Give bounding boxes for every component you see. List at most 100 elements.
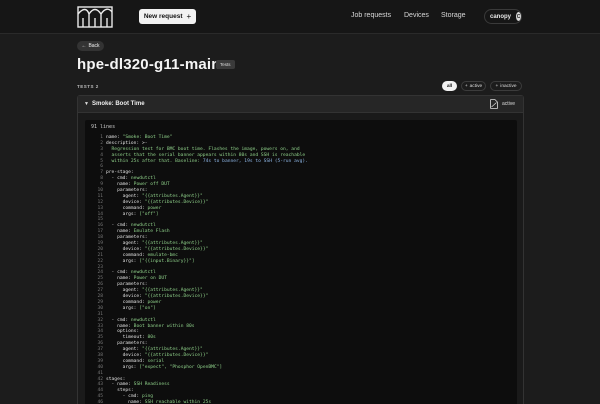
code-token: Boot banner within 80s: [133, 323, 195, 329]
back-button[interactable]: ← Back: [77, 41, 104, 51]
code-token: power: [147, 205, 162, 211]
filter-active-label: active: [469, 83, 483, 89]
document-icon[interactable]: [490, 99, 498, 109]
line-text: args: ["expect", "Phosphor OpenBMC"]: [106, 364, 223, 371]
line-count: 91 lines: [91, 124, 116, 130]
code-token: "{{attributes.Agent}}": [141, 193, 203, 199]
yaml-code-view: 91 lines 1 name: "Smoke: Boot Time" 2 descr…: [85, 120, 517, 404]
code-token: timeout:: [106, 335, 148, 341]
code-token: device:: [106, 294, 145, 300]
logo-icon[interactable]: [77, 6, 113, 28]
test-card-header[interactable]: ▼ Smoke: Boot Time active: [78, 96, 523, 113]
code-token: stages:: [106, 376, 126, 382]
code-token: device:: [106, 352, 145, 358]
code-token: 74s to banner, 19s to SSH (5-run avg).: [202, 158, 308, 164]
collapse-triangle-icon[interactable]: ▼: [84, 101, 89, 107]
code-token: newdutctl: [130, 317, 156, 323]
code-token: parameters:: [106, 282, 148, 288]
code-token: "{{attributes.Device}}": [144, 294, 209, 300]
code-token: Regression test for BMC boot time. Flash…: [106, 146, 300, 152]
code-token: power: [147, 299, 162, 305]
plus-icon: +: [186, 12, 192, 21]
nav-devices[interactable]: Devices: [404, 12, 429, 19]
code-token: Emulate Flash: [133, 229, 170, 235]
code-token: name:: [106, 229, 134, 235]
filter-active[interactable]: + active: [461, 81, 486, 91]
tests-count-label: TESTS 2: [77, 84, 99, 89]
code-token: agent:: [106, 288, 142, 294]
code-token: device:: [106, 199, 145, 205]
plus-icon: +: [464, 83, 468, 89]
code-token: command:: [106, 358, 148, 364]
code-token: options:: [106, 329, 140, 335]
code-token: "{{attributes.Device}}": [144, 352, 209, 358]
code-token: steps:: [106, 388, 134, 394]
code-token: description: >-: [106, 140, 148, 146]
line-text: args: ["off"]: [106, 212, 159, 218]
code-token: ["{{input.Binary}}"]: [139, 258, 195, 264]
line-number: 46: [97, 400, 103, 404]
org-name: canopy: [490, 13, 512, 20]
code-token: - cmd:: [106, 223, 131, 229]
arrow-left-icon: ←: [81, 43, 87, 49]
top-bar: New request + Job requests Devices Stora…: [0, 0, 600, 34]
line-text: name: SSH reachable within 25s: [106, 400, 211, 404]
page-title: hpe-dl320-g11-main: [77, 56, 221, 73]
code-token: Power off DUT: [133, 182, 170, 188]
code-token: newdutctl: [130, 270, 156, 276]
code-token: pre-stage:: [106, 170, 134, 176]
avatar: C: [516, 12, 521, 21]
code-token: - cmd:: [106, 176, 131, 182]
code-token: args:: [106, 305, 140, 311]
code-token: SSH Readiness: [133, 382, 170, 388]
line-text: args: ["{{input.Binary}}"]: [106, 259, 195, 265]
code-token: args:: [106, 211, 140, 217]
code-token: - cmd:: [106, 270, 131, 276]
code-line: 46 name: SSH reachable within 25s: [85, 400, 517, 404]
code-token: parameters:: [106, 341, 148, 347]
code-token: serial: [147, 358, 165, 364]
nav-job-requests[interactable]: Job requests: [351, 12, 391, 19]
filter-inactive-label: inactive: [500, 83, 517, 89]
filter-inactive[interactable]: + inactive: [490, 81, 522, 91]
code-token: - name:: [106, 382, 134, 388]
code-token: newdutctl: [130, 176, 156, 182]
code-token: "{{attributes.Agent}}": [141, 347, 203, 353]
line-text: args: ["on"]: [106, 306, 156, 312]
code-token: device:: [106, 246, 145, 252]
nav-storage[interactable]: Storage: [441, 12, 466, 19]
line-text: within 25s after that. Baseline: 74s to …: [106, 159, 308, 165]
code-token: newdutctl: [130, 223, 156, 229]
code-token: - cmd:: [106, 317, 131, 323]
code-token: SSH reachable within 25s: [144, 400, 212, 404]
code-token: "Smoke: Boot Time": [122, 135, 173, 140]
page-tag: Tests: [216, 60, 235, 69]
code-token: asserts that the serial banner appears w…: [106, 152, 306, 158]
code-token: command:: [106, 252, 148, 258]
code-token: ping: [141, 394, 154, 400]
new-request-button[interactable]: New request +: [139, 9, 196, 24]
code-token: ["expect", "Phosphor OpenBMC"]: [139, 364, 223, 370]
code-token: "{{attributes.Agent}}": [141, 241, 203, 247]
filter-all[interactable]: all: [442, 81, 457, 91]
code-token: parameters:: [106, 188, 148, 194]
org-switcher[interactable]: canopy C: [484, 9, 522, 24]
filter-all-label: all: [446, 83, 453, 89]
code-token: emulate-bmc: [147, 252, 178, 258]
code-token: args:: [106, 258, 140, 264]
code-token: name:: [106, 135, 123, 140]
code-token: name:: [106, 323, 134, 329]
code-token: name:: [106, 182, 134, 188]
code-token: command:: [106, 299, 148, 305]
back-label: Back: [88, 43, 100, 49]
code-token: name:: [106, 276, 134, 282]
code-token: parameters:: [106, 235, 148, 241]
code-token: 80s: [147, 335, 156, 341]
test-card: ▼ Smoke: Boot Time active 91 lines 1 name…: [77, 95, 524, 404]
code-token: agent:: [106, 347, 142, 353]
code-token: agent:: [106, 241, 142, 247]
code-lines: 1 name: "Smoke: Boot Time" 2 description: >…: [85, 135, 517, 404]
code-token: name:: [106, 400, 145, 404]
plus-icon: +: [495, 83, 499, 89]
code-token: "{{attributes.Device}}": [144, 199, 209, 205]
